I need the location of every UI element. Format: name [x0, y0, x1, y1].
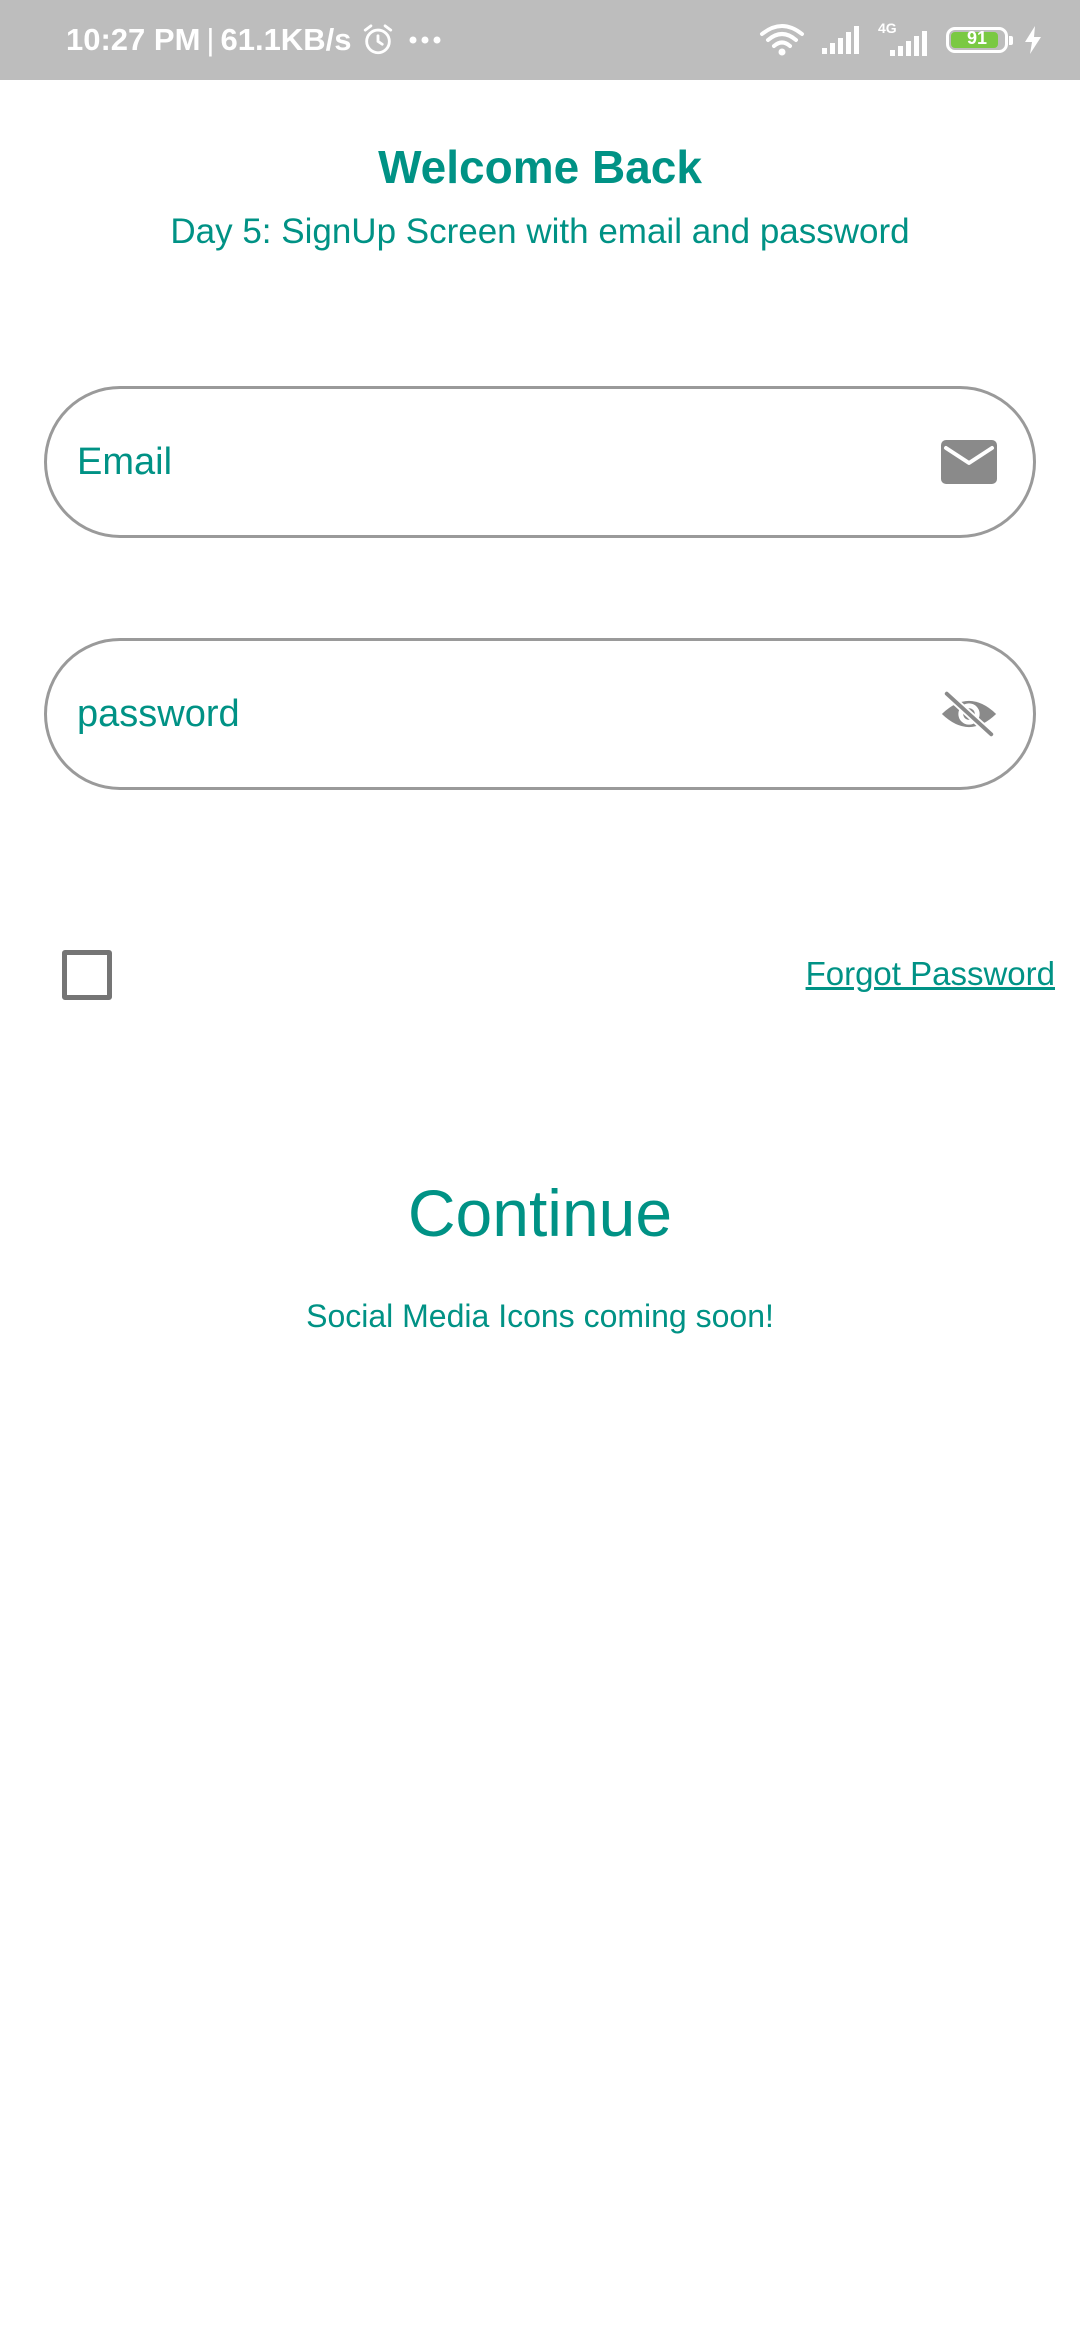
status-separator: |	[206, 22, 215, 57]
social-media-note: Social Media Icons coming soon!	[306, 1298, 774, 1334]
battery-cap	[1009, 36, 1013, 45]
mail-icon	[939, 432, 999, 492]
more-dots-icon	[409, 36, 441, 44]
signal-icon	[822, 26, 859, 54]
forgot-password-link[interactable]: Forgot Password	[806, 955, 1055, 993]
status-bar: 10:27 PM | 61.1KB/s 4G 91	[0, 0, 1080, 80]
charging-icon	[1025, 26, 1041, 54]
remember-checkbox[interactable]	[62, 950, 112, 1000]
email-input[interactable]	[77, 389, 897, 535]
signal-4g-icon: 4G	[876, 20, 932, 60]
page-subtitle: Day 5: SignUp Screen with email and pass…	[170, 212, 910, 251]
status-bar-left: 10:27 PM | 61.1KB/s	[66, 0, 445, 80]
wifi-icon	[760, 24, 804, 56]
battery-icon: 91	[946, 27, 1013, 53]
network-speed: 61.1KB/s	[220, 22, 352, 57]
status-time: 10:27 PM	[66, 22, 201, 57]
status-bar-right: 4G 91	[758, 0, 1044, 80]
alarm-icon	[364, 24, 393, 55]
email-field[interactable]	[44, 386, 1036, 538]
password-input[interactable]	[77, 641, 897, 787]
page-title: Welcome Back	[378, 141, 702, 193]
password-field[interactable]	[44, 638, 1036, 790]
continue-button[interactable]: Continue	[0, 1175, 1080, 1251]
visibility-off-icon[interactable]	[939, 684, 999, 744]
battery-level: 91	[966, 28, 988, 48]
